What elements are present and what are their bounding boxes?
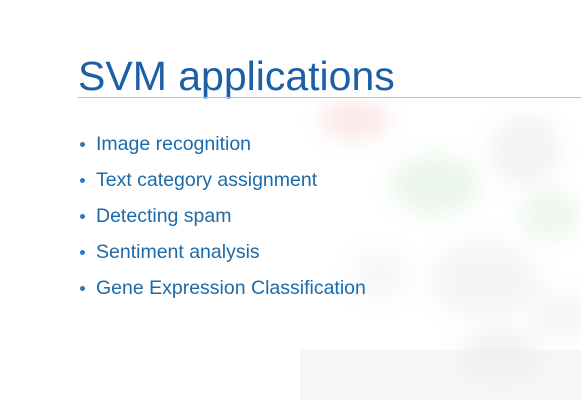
background-shape (300, 350, 581, 400)
bullet-icon (80, 177, 85, 183)
background-shape (530, 290, 581, 340)
bullet-text: Text category assignment (96, 168, 318, 191)
bullet-text: Image recognition (96, 132, 252, 155)
bullet-text: Sentiment analysis (96, 240, 260, 263)
bullet-item: Detecting spam (80, 198, 366, 234)
bullet-text: Detecting spam (96, 204, 232, 227)
bullet-list: Image recognition Text category assignme… (80, 126, 366, 306)
bullet-text: Gene Expression Classification (96, 276, 366, 299)
bullet-icon (80, 249, 85, 255)
bullet-item: Gene Expression Classification (80, 270, 366, 306)
background-shape (490, 115, 560, 185)
bullet-icon (80, 213, 85, 219)
slide-title: SVM applications (78, 53, 395, 99)
bullet-item: Sentiment analysis (80, 234, 366, 270)
title-underline (78, 97, 581, 98)
background-shape (520, 190, 580, 240)
bullet-icon (80, 141, 85, 147)
slide: SVM applications Image recognition Text … (0, 0, 581, 400)
bullet-icon (80, 285, 85, 291)
bullet-item: Image recognition (80, 126, 366, 162)
bullet-item: Text category assignment (80, 162, 366, 198)
background-shape (430, 240, 540, 320)
background-shape (390, 155, 480, 215)
